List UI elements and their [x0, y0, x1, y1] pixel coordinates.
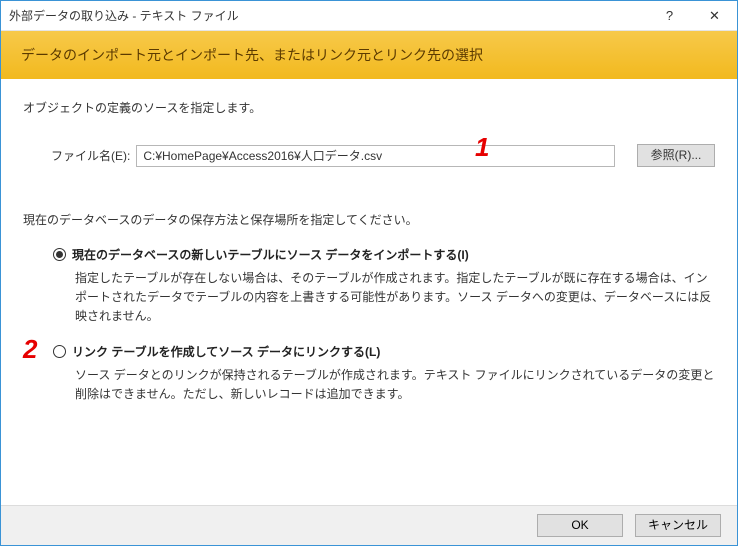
file-label: ファイル名(E): — [51, 147, 130, 164]
option-import-desc: 指定したテーブルが存在しない場合は、そのテーブルが作成されます。指定したテーブル… — [75, 269, 715, 327]
option-link-title: リンク テーブルを作成してソース データにリンクする(L) — [72, 343, 380, 360]
option-link: リンク テーブルを作成してソース データにリンクする(L) ソース データとのリ… — [53, 343, 715, 404]
content-area: オブジェクトの定義のソースを指定します。 ファイル名(E): 参照(R)... … — [1, 79, 737, 505]
window-title: 外部データの取り込み - テキスト ファイル — [1, 7, 647, 24]
radio-import[interactable] — [53, 248, 66, 261]
dialog-window: 外部データの取り込み - テキスト ファイル ? ✕ データのインポート元とイン… — [0, 0, 738, 546]
option-import: 現在のデータベースの新しいテーブルにソース データをインポートする(I) 指定し… — [53, 246, 715, 327]
intro-text: オブジェクトの定義のソースを指定します。 — [23, 99, 715, 116]
option-link-head[interactable]: リンク テーブルを作成してソース データにリンクする(L) — [53, 343, 715, 360]
help-icon[interactable]: ? — [647, 1, 692, 31]
file-input[interactable] — [136, 145, 615, 167]
option-import-title: 現在のデータベースの新しいテーブルにソース データをインポートする(I) — [72, 246, 469, 263]
radio-link[interactable] — [53, 345, 66, 358]
option-import-head[interactable]: 現在のデータベースの新しいテーブルにソース データをインポートする(I) — [53, 246, 715, 263]
instruction-text: 現在のデータベースのデータの保存方法と保存場所を指定してください。 — [23, 211, 715, 228]
browse-button[interactable]: 参照(R)... — [637, 144, 715, 167]
cancel-button[interactable]: キャンセル — [635, 514, 721, 537]
file-row: ファイル名(E): 参照(R)... 1 — [51, 144, 715, 167]
titlebar: 外部データの取り込み - テキスト ファイル ? ✕ — [1, 1, 737, 31]
annotation-2: 2 — [23, 334, 37, 365]
header-text: データのインポート元とインポート先、またはリンク元とリンク先の選択 — [21, 47, 483, 63]
close-icon[interactable]: ✕ — [692, 1, 737, 31]
button-bar: OK キャンセル — [1, 505, 737, 545]
ok-button[interactable]: OK — [537, 514, 623, 537]
option-link-desc: ソース データとのリンクが保持されるテーブルが作成されます。テキスト ファイルに… — [75, 366, 715, 404]
header-band: データのインポート元とインポート先、またはリンク元とリンク先の選択 — [1, 31, 737, 79]
